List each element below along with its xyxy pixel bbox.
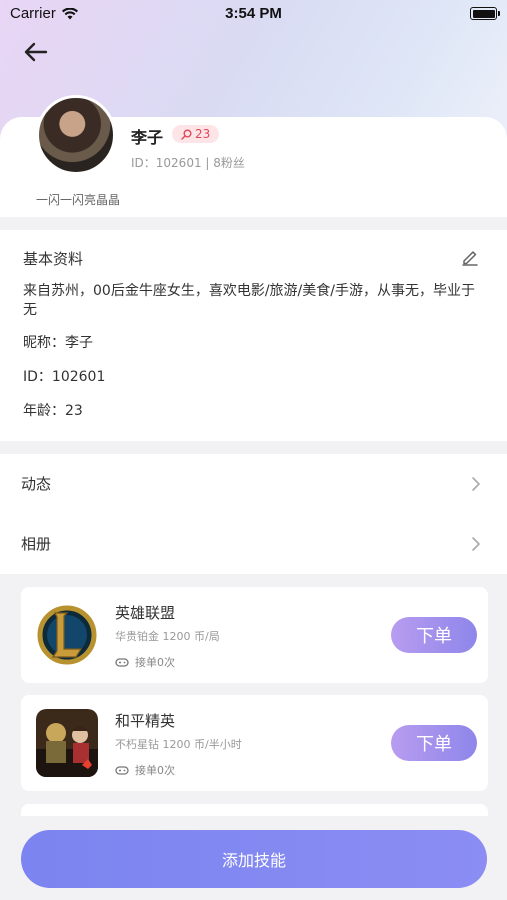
game-rank-price: 华贵铂金 1200 币/局: [115, 630, 220, 643]
chevron-right-icon: [472, 477, 480, 491]
id-row: ID：102601: [23, 369, 106, 385]
status-time: 3:54 PM: [225, 5, 282, 22]
profile-description: 来自苏州，00后金牛座女生，喜欢电影/旅游/美食/手游，从事无，毕业于无: [23, 283, 475, 318]
profile-signature: 一闪一闪亮晶晶: [36, 193, 121, 207]
menu-item-album[interactable]: 相册: [0, 514, 507, 574]
age-row: 年龄：23: [23, 403, 83, 419]
badge-value: 23: [195, 127, 211, 141]
level-badge: 23: [172, 125, 220, 143]
controller-icon: [115, 658, 129, 667]
back-arrow-icon[interactable]: [22, 40, 50, 64]
avatar[interactable]: [36, 95, 116, 175]
order-button[interactable]: 下单: [391, 725, 477, 761]
peacekeeper-elite-icon: [36, 709, 98, 777]
add-skill-button[interactable]: 添加技能: [21, 830, 487, 888]
menu-list: 动态 相册: [0, 454, 507, 574]
menu-item-label: 动态: [21, 475, 52, 493]
game-rank-price: 不朽星钻 1200 币/半小时: [115, 738, 242, 751]
status-bar: Carrier 3:54 PM: [0, 0, 507, 28]
league-of-legends-icon: [36, 601, 98, 669]
battery-icon: [470, 7, 500, 20]
order-count-label: 接单0次: [135, 656, 175, 669]
chevron-right-icon: [472, 537, 480, 551]
basic-info-title: 基本资料: [23, 250, 84, 268]
menu-item-moments[interactable]: 动态: [0, 454, 507, 514]
skill-card: 英雄联盟 华贵铂金 1200 币/局 接单0次 下单: [21, 587, 488, 683]
game-name: 英雄联盟: [115, 604, 176, 622]
nickname-row: 昵称：李子: [23, 335, 93, 351]
order-count: 接单0次: [115, 762, 175, 778]
order-count: 接单0次: [115, 654, 175, 670]
profile-name: 李子: [131, 128, 164, 147]
search-icon: [181, 129, 192, 140]
controller-icon: [115, 766, 129, 775]
menu-item-label: 相册: [21, 535, 52, 553]
order-button[interactable]: 下单: [391, 617, 477, 653]
profile-id-line: ID：102601 | 8粉丝: [131, 156, 245, 170]
game-name: 和平精英: [115, 712, 176, 730]
order-count-label: 接单0次: [135, 764, 175, 777]
skill-card: 和平精英 不朽星钻 1200 币/半小时 接单0次 下单: [21, 695, 488, 791]
edit-pencil-icon[interactable]: [461, 248, 479, 266]
